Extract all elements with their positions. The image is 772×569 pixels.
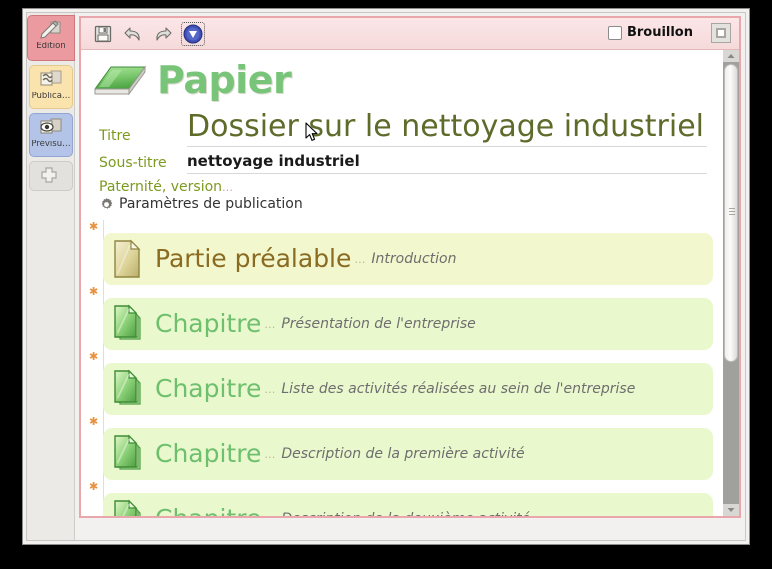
outline-insert-point[interactable]: ✱: [81, 415, 723, 428]
outline-row-dots: …: [354, 252, 367, 266]
vertical-scrollbar[interactable]: [723, 50, 739, 516]
app-title-row: Papier: [81, 50, 723, 106]
outline-insert-point[interactable]: ✱: [81, 285, 723, 298]
outline-list: ✱ Partie préalable… Introduction ✱ Chapitr…: [81, 220, 723, 516]
publish-button[interactable]: [181, 22, 205, 46]
insert-marker-icon: ✱: [89, 480, 99, 493]
outline-row-title: Chapitre: [155, 309, 262, 338]
save-button[interactable]: [91, 22, 115, 46]
outline-row-dots: …: [264, 382, 277, 396]
publication-settings-label: Paramètres de publication: [119, 196, 303, 212]
titre-row: Titre Dossier sur le nettoyage industrie…: [99, 110, 723, 147]
outline-row-dots: …: [264, 513, 276, 517]
insert-marker-icon: ✱: [89, 350, 99, 363]
draft-checkbox-group[interactable]: Brouillon: [607, 25, 693, 40]
paternite-dots: …: [222, 181, 235, 194]
green-pages-icon: [109, 369, 149, 409]
outline-row-title: Chapitre: [155, 374, 262, 403]
green-book-icon: [89, 59, 149, 101]
undo-icon: [124, 27, 140, 41]
outline-row-subtitle: Introduction: [371, 251, 457, 267]
outline-row-chapter[interactable]: Chapitre… Description de la deuxième acti…: [103, 493, 713, 516]
beige-page-icon: [109, 239, 149, 279]
paternite-link[interactable]: Paternité, version…: [99, 179, 723, 195]
outline-insert-point[interactable]: ✱: [81, 220, 723, 233]
draft-checkbox[interactable]: [607, 25, 622, 40]
outline-insert-point[interactable]: ✱: [81, 480, 723, 493]
sidebar-item-edition[interactable]: Édition: [27, 15, 75, 61]
outline-row-title: Partie préalable: [155, 244, 352, 273]
outline-row-subtitle: Présentation de l'entreprise: [281, 316, 476, 332]
outline-row-subtitle: Description de la deuxième activité: [281, 511, 530, 516]
metadata-section: Titre Dossier sur le nettoyage industrie…: [81, 106, 723, 212]
sidebar-tabstrip: Édition Publica… Prévisu…: [27, 13, 75, 540]
outline-row-subtitle: Description de la première activité: [281, 446, 525, 462]
scrollbar-grip-icon: [729, 208, 735, 218]
desktop-background: Édition Publica… Prévisu… Brouillon Papi…: [0, 0, 772, 569]
insert-marker-icon: ✱: [89, 220, 99, 233]
maximize-restore-button[interactable]: [711, 23, 731, 43]
save-icon: [94, 25, 112, 43]
green-pages-icon: [109, 434, 149, 474]
publish-tag-icon: [38, 69, 64, 91]
window-client-area: Édition Publica… Prévisu… Brouillon Papi…: [26, 12, 746, 541]
redo-icon: [156, 27, 172, 41]
outline-row-dots: …: [264, 447, 277, 461]
sidebar-item-publication[interactable]: Publica…: [29, 65, 73, 109]
green-pages-icon: [109, 499, 149, 516]
plus-icon: [38, 165, 64, 185]
sous-titre-field[interactable]: nettoyage industriel: [187, 151, 707, 174]
green-pages-icon: [109, 304, 149, 344]
sidebar-item-publication-label: Publica…: [31, 92, 71, 101]
eye-tag-icon: [38, 117, 64, 139]
scroll-up-arrow[interactable]: [723, 50, 739, 62]
status-bar: [76, 520, 745, 540]
sidebar-item-preview-label: Prévisu…: [31, 140, 71, 149]
outline-row-subtitle: Liste des activités réalisées au sein de…: [281, 381, 636, 397]
sous-titre-label: Sous-titre: [99, 155, 167, 171]
insert-marker-icon: ✱: [89, 415, 99, 428]
undo-button[interactable]: [121, 22, 145, 46]
outline-row-title: Chapitre: [155, 439, 262, 468]
titre-value: Dossier sur le nettoyage industriel: [187, 109, 705, 144]
document-canvas: Papier Titre Dossier sur le nettoyage in…: [81, 50, 723, 516]
sous-titre-value: nettoyage industriel: [187, 152, 360, 170]
editor-frame: Brouillon Papier Titre Dossier sur le ne…: [79, 16, 741, 518]
toolbar: Brouillon: [81, 18, 739, 50]
outline-row-dots: …: [264, 317, 277, 331]
sidebar-item-edition-label: Édition: [36, 42, 66, 51]
scrollbar-thumb[interactable]: [724, 64, 738, 362]
sous-titre-row: Sous-titre nettoyage industriel: [99, 151, 723, 174]
insert-marker-icon: ✱: [89, 285, 99, 298]
titre-label: Titre: [99, 128, 131, 144]
outline-insert-point[interactable]: ✱: [81, 350, 723, 363]
application-window: Édition Publica… Prévisu… Brouillon Papi…: [22, 8, 750, 545]
draft-label: Brouillon: [626, 25, 693, 40]
scroll-down-arrow[interactable]: [723, 504, 739, 516]
outline-row-title: Chapitre: [155, 505, 261, 517]
gear-icon: [101, 197, 113, 209]
publication-settings-link[interactable]: Paramètres de publication: [99, 196, 723, 212]
paternite-label: Paternité, version: [99, 179, 223, 195]
sidebar-item-preview[interactable]: Prévisu…: [29, 113, 73, 157]
page-title: Papier: [157, 58, 292, 102]
redo-button[interactable]: [151, 22, 175, 46]
outline-row-chapter[interactable]: Chapitre… Description de la première acti…: [103, 428, 713, 480]
titre-field[interactable]: Dossier sur le nettoyage industriel: [187, 110, 707, 147]
publish-circle-icon: [183, 24, 203, 44]
outline-row-part[interactable]: Partie préalable… Introduction: [103, 233, 713, 285]
outline-row-chapter[interactable]: Chapitre… Présentation de l'entreprise: [103, 298, 713, 350]
sidebar-item-add[interactable]: [29, 161, 73, 191]
pencil-tag-icon: [38, 19, 64, 41]
editor-pane: Brouillon Papier Titre Dossier sur le ne…: [76, 13, 745, 520]
outline-row-chapter[interactable]: Chapitre… Liste des activités réalisées a…: [103, 363, 713, 415]
